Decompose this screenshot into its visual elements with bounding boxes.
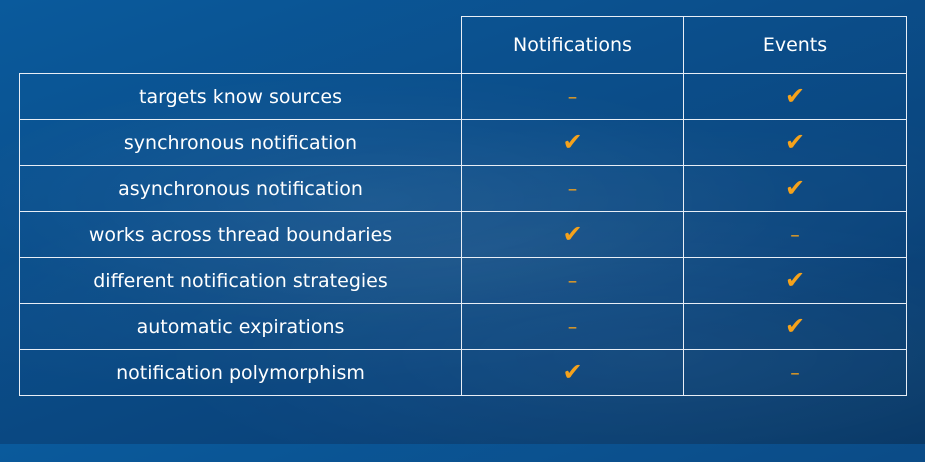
table-row: notification polymorphism ✔ – (19, 349, 907, 396)
check-icon: ✔ (562, 220, 583, 248)
events-cell: ✔ (683, 73, 907, 120)
check-icon: ✔ (784, 128, 806, 156)
check-icon: ✔ (562, 358, 583, 386)
dash-icon: – (567, 315, 578, 338)
events-cell: ✔ (683, 165, 907, 212)
events-cell: ✔ (683, 257, 907, 304)
feature-label: automatic expirations (19, 303, 462, 350)
notifications-cell: – (461, 165, 684, 212)
notifications-cell: – (461, 303, 684, 350)
notifications-cell: – (461, 73, 684, 120)
check-icon: ✔ (784, 266, 806, 294)
check-icon: ✔ (784, 82, 806, 110)
notifications-cell: ✔ (461, 119, 684, 166)
notifications-cell: ✔ (461, 349, 684, 396)
feature-label: asynchronous notification (19, 165, 462, 212)
feature-label: synchronous notification (19, 119, 462, 166)
column-header-events: Events (683, 16, 907, 74)
dash-icon: – (790, 223, 800, 246)
dash-icon: – (567, 85, 578, 108)
check-icon: ✔ (562, 128, 583, 156)
dash-icon: – (567, 177, 578, 200)
notifications-cell: ✔ (461, 211, 684, 258)
check-icon: ✔ (784, 312, 806, 340)
feature-label: targets know sources (19, 73, 462, 120)
feature-label: works across thread boundaries (19, 211, 462, 258)
feature-label: different notification strategies (19, 257, 462, 304)
events-cell: ✔ (683, 303, 907, 350)
notifications-cell: – (461, 257, 684, 304)
feature-label: notification polymorphism (19, 349, 462, 396)
check-icon: ✔ (784, 174, 806, 202)
table-header-row: Notifications Events (19, 16, 907, 74)
column-header-notifications: Notifications (461, 16, 684, 74)
table-row: works across thread boundaries ✔ – (19, 211, 907, 258)
table-row: synchronous notification ✔ ✔ (19, 119, 907, 166)
events-cell: ✔ (683, 119, 907, 166)
table-row: different notification strategies – ✔ (19, 257, 907, 304)
comparison-table: Notifications Events targets know source… (19, 16, 907, 396)
events-cell: – (683, 349, 907, 396)
table-row: targets know sources – ✔ (19, 73, 907, 120)
table-row: asynchronous notification – ✔ (19, 165, 907, 212)
events-cell: – (683, 211, 907, 258)
dash-icon: – (790, 361, 800, 384)
header-corner-cell (19, 16, 462, 74)
dash-icon: – (567, 269, 578, 292)
table-row: automatic expirations – ✔ (19, 303, 907, 350)
